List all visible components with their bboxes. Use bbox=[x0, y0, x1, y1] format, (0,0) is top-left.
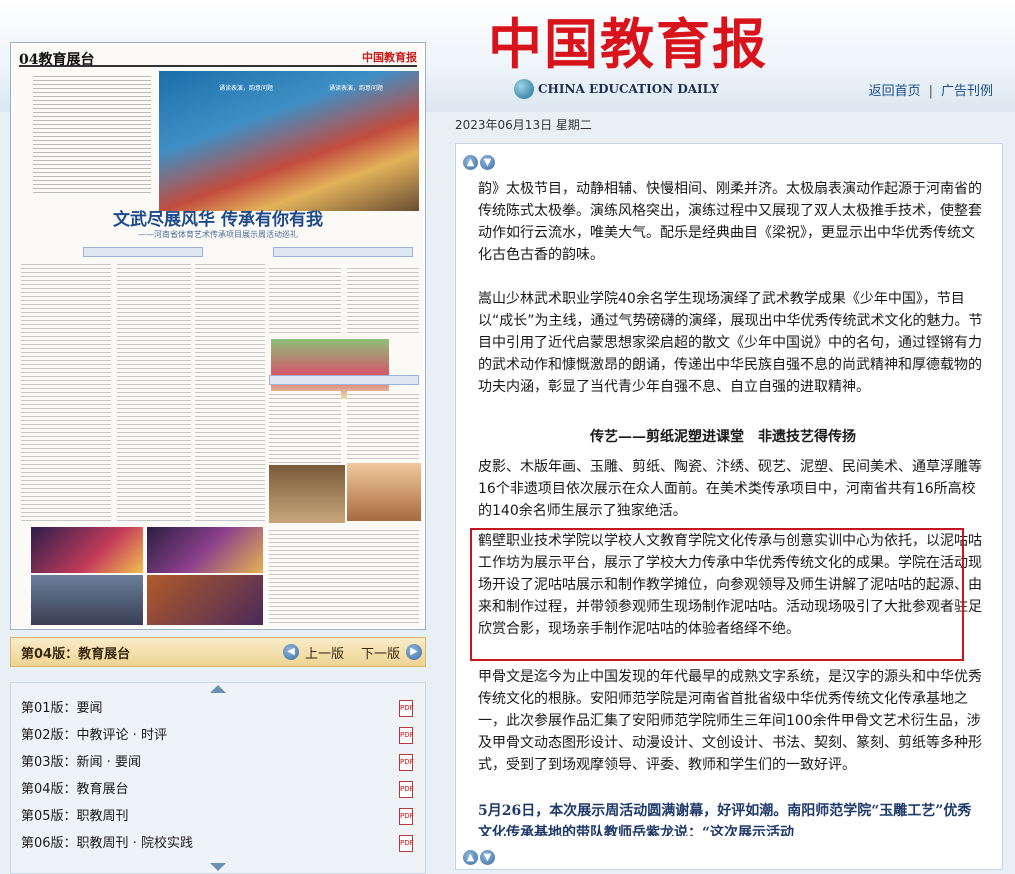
globe-icon bbox=[514, 79, 534, 99]
page-header: 04教育展台 中国教育报 bbox=[19, 49, 417, 68]
next-arrow-icon: ▶ bbox=[406, 644, 423, 660]
down-arrow-icon[interactable]: ▼ bbox=[480, 850, 495, 865]
next-page-label: 下一版 bbox=[361, 646, 401, 662]
highlight-box bbox=[470, 528, 964, 661]
photo-caption-left: 诵读表演，韵意问题 bbox=[219, 85, 274, 92]
current-page-label: 第04版：教育展台 bbox=[21, 646, 131, 662]
scroll-up-button[interactable] bbox=[11, 683, 425, 695]
text-column bbox=[269, 265, 341, 335]
pdf-icon[interactable]: PDF bbox=[399, 808, 414, 825]
edition-item-05[interactable]: 第05版：职教周刊 PDF bbox=[11, 803, 425, 830]
edition-item-01[interactable]: 第01版：要闻 PDF bbox=[11, 695, 425, 722]
edition-label: 第04版：教育展台 bbox=[21, 782, 129, 797]
text-column bbox=[117, 261, 191, 523]
scroll-down-button[interactable] bbox=[11, 861, 425, 873]
article-body: 韵》太极节目，动静相辅、快慢相间、刚柔并济。太极扇表演动作起源于河南省的传统陈式… bbox=[458, 178, 988, 836]
newspaper-page: 04教育展台 中国教育报 诵读表演，韵意问题 诵读表演，韵意问题 文武尽展风华 … bbox=[13, 45, 423, 627]
page-brand: 中国教育报 bbox=[362, 51, 417, 64]
pdf-icon[interactable]: PDF bbox=[399, 727, 414, 744]
down-arrow-icon[interactable]: ▼ bbox=[480, 155, 495, 170]
photo bbox=[269, 465, 345, 523]
brand-name-en: CHINA EDUCATION DAILY bbox=[538, 82, 719, 96]
link-separator: | bbox=[928, 84, 933, 99]
pdf-icon[interactable]: PDF bbox=[399, 754, 414, 771]
section-bar bbox=[83, 247, 203, 257]
brand-logo-cn[interactable]: 中国教育报 bbox=[488, 14, 768, 74]
up-arrow-icon bbox=[210, 685, 226, 693]
pdf-icon[interactable]: PDF bbox=[399, 781, 414, 798]
photo bbox=[31, 575, 143, 625]
paragraph-text: 韵》太极节目，动静相辅、快慢相间、刚柔并济。太极扇表演动作起源于河南省的传统陈式… bbox=[478, 181, 982, 263]
up-arrow-icon[interactable]: ▲ bbox=[463, 155, 478, 170]
edition-label: 第05版：职教周刊 bbox=[21, 809, 129, 824]
photo bbox=[31, 527, 143, 573]
edition-item-04[interactable]: 第04版：教育展台 PDF bbox=[11, 776, 425, 803]
lead-text-block bbox=[33, 73, 151, 193]
pdf-icon[interactable]: PDF bbox=[399, 700, 414, 717]
edition-list: 第01版：要闻 PDF 第02版：中教评论 · 时评 PDF 第03版：新闻 ·… bbox=[10, 682, 426, 874]
section-bar bbox=[273, 247, 413, 257]
article-paragraph: 韵》太极节目，动静相辅、快慢相间、刚柔并济。太极扇表演动作起源于河南省的传统陈式… bbox=[478, 178, 984, 266]
section-title: 传艺——剪纸泥塑进课堂 非遗技艺得传扬 bbox=[590, 429, 856, 445]
issue-date: 2023年06月13日 星期二 bbox=[455, 118, 592, 132]
prev-page-button[interactable]: ◀ 上一版 bbox=[283, 643, 344, 662]
photo-caption-right: 诵读表演，韵意问题 bbox=[329, 85, 384, 92]
next-page-button[interactable]: 下一版 ▶ bbox=[361, 643, 423, 662]
article-nav-top: ▲ ▼ bbox=[463, 155, 495, 170]
photo bbox=[147, 527, 263, 573]
article-paragraph: 皮影、木版年画、玉雕、剪纸、陶瓷、汴绣、砚艺、泥塑、民间美术、通草浮雕等16个非… bbox=[478, 456, 984, 522]
article-paragraph: 5月26日，本次展示周活动圆满谢幕，好评如潮。南阳师范学院“玉雕工艺”优秀文化传… bbox=[478, 800, 984, 836]
page-label: 04教育展台 bbox=[19, 52, 95, 68]
page-subhead: ——河南省体育艺术传承项目展示周活动巡礼 bbox=[138, 230, 298, 239]
edition-label: 第01版：要闻 bbox=[21, 701, 103, 716]
photo bbox=[271, 339, 389, 399]
edition-item-02[interactable]: 第02版：中教评论 · 时评 PDF bbox=[11, 722, 425, 749]
paragraph-text: 嵩山少林武术职业学院40余名学生现场演绎了武术教学成果《少年中国》，节目以“成长… bbox=[478, 291, 983, 395]
text-column bbox=[21, 261, 111, 523]
text-column bbox=[347, 265, 419, 335]
edition-label: 第06版：职教周刊 · 院校实践 bbox=[21, 836, 193, 851]
brand-logo-en: CHINA EDUCATION DAILY bbox=[514, 78, 719, 100]
edition-label: 第02版：中教评论 · 时评 bbox=[21, 728, 167, 743]
page-headline: 文武尽展风华 传承有你有我 bbox=[113, 210, 323, 230]
paragraph-text: 5月26日，本次展示周活动圆满谢幕，好评如潮。南阳师范学院“玉雕工艺”优秀文化传… bbox=[478, 803, 972, 836]
article-nav-bottom: ▲ ▼ bbox=[463, 850, 495, 865]
article-paragraph: 甲骨文是迄今为止中国发现的年代最早的成熟文字系统，是汉字的源头和中华优秀传统文化… bbox=[478, 666, 984, 776]
photo bbox=[347, 463, 421, 521]
text-column bbox=[347, 391, 419, 461]
prev-arrow-icon: ◀ bbox=[283, 644, 299, 660]
article-paragraph: 嵩山少林武术职业学院40余名学生现场演绎了武术教学成果《少年中国》，节目以“成长… bbox=[478, 288, 984, 398]
edition-label: 第03版：新闻 · 要闻 bbox=[21, 755, 141, 770]
text-column bbox=[269, 527, 419, 623]
section-bar bbox=[269, 375, 419, 385]
text-column bbox=[195, 261, 265, 523]
home-link[interactable]: 返回首页 bbox=[869, 84, 921, 99]
paragraph-text: 甲骨文是迄今为止中国发现的年代最早的成熟文字系统，是汉字的源头和中华优秀传统文化… bbox=[478, 669, 982, 773]
edition-item-06[interactable]: 第06版：职教周刊 · 院校实践 PDF bbox=[11, 830, 425, 857]
newspaper-page-thumbnail[interactable]: 04教育展台 中国教育报 诵读表演，韵意问题 诵读表演，韵意问题 文武尽展风华 … bbox=[10, 42, 426, 630]
photo bbox=[147, 575, 263, 625]
up-arrow-icon[interactable]: ▲ bbox=[463, 850, 478, 865]
prev-page-label: 上一版 bbox=[305, 646, 345, 662]
ads-link[interactable]: 广告刊例 bbox=[941, 84, 993, 99]
top-links: 返回首页 | 广告刊例 bbox=[869, 80, 993, 99]
edition-item-03[interactable]: 第03版：新闻 · 要闻 PDF bbox=[11, 749, 425, 776]
paragraph-text: 皮影、木版年画、玉雕、剪纸、陶瓷、汴绣、砚艺、泥塑、民间美术、通草浮雕等16个非… bbox=[478, 459, 982, 519]
page-nav-bar: 第04版：教育展台 ◀ 上一版 下一版 ▶ bbox=[10, 637, 426, 667]
down-arrow-icon bbox=[210, 863, 226, 871]
pdf-icon[interactable]: PDF bbox=[399, 835, 414, 852]
top-photo: 诵读表演，韵意问题 诵读表演，韵意问题 bbox=[159, 71, 419, 211]
